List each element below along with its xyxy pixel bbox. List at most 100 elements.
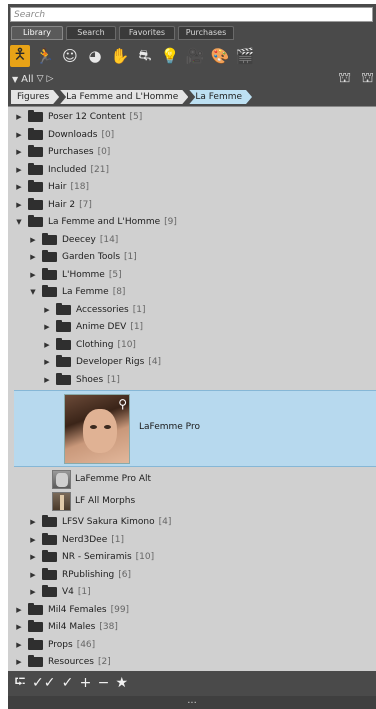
tree-item[interactable]: ▶ Props [46] [14,636,95,653]
folder-icon [42,249,57,262]
breadcrumb: Figures La Femme and L'Homme La Femme [11,90,253,104]
folder-icon [42,584,57,597]
tree-item[interactable]: ▼ La Femme [8] [28,283,125,300]
hand-icon[interactable]: ✋ [110,45,130,67]
folder-icon [42,267,57,280]
expand-arrow-icon[interactable]: ▶ [42,358,52,366]
light-icon[interactable]: 💡 [160,45,180,67]
expand-arrow-icon[interactable]: ▶ [28,553,38,561]
tree-item[interactable]: ▶ Developer Rigs [4] [42,353,161,370]
item-label: LF All Morphs [75,496,136,506]
tree-item[interactable]: ▶ Mil4 Females [99] [14,601,129,618]
expand-arrow-icon[interactable]: ▶ [42,306,52,314]
tree-item[interactable]: ▶ Nerd3Dee [1] [28,531,124,548]
tab-search[interactable]: Search [66,26,116,40]
folder-icon [56,337,71,350]
expand-arrow-icon[interactable]: ▶ [14,623,24,631]
expand-arrow-icon[interactable]: ▶ [14,148,24,156]
breadcrumb-figures[interactable]: Figures [11,90,59,104]
folder-icon [28,214,43,227]
remove-icon[interactable]: − [97,675,110,691]
folder-icon [56,372,71,385]
camera-icon[interactable]: 🎥 [185,45,205,67]
expand-arrow-icon[interactable]: ▶ [28,571,38,579]
tree-item[interactable]: ▶ Accessories [1] [42,301,146,318]
filter-label[interactable]: All [21,74,33,85]
expand-arrow-icon[interactable]: ▶ [14,166,24,174]
materials-icon[interactable]: 🎨 [210,45,230,67]
expand-arrow-icon[interactable]: ▶ [14,658,24,666]
tab-library[interactable]: Library [11,26,63,40]
tree-item[interactable]: ▶ Resources [2] [14,653,111,670]
tree-item[interactable]: ▶ LFSV Sakura Kimono [4] [28,513,171,530]
add-runtime-icon[interactable]: ⛫ [338,70,351,88]
tab-favorites[interactable]: Favorites [119,26,175,40]
hair-icon[interactable]: ◕ [85,45,105,67]
scenes-icon[interactable]: 🎬 [235,45,255,67]
tree-item[interactable]: ▶ Deecey [14] [28,231,118,248]
expand-arrow-icon[interactable]: ▶ [42,323,52,331]
add-icon[interactable]: + [79,675,92,691]
figures-icon[interactable]: 🯅 [10,45,30,67]
tree-item[interactable]: ▶ Mil4 Males [38] [14,618,118,635]
folder-icon [28,162,43,175]
library-item[interactable]: LaFemme Pro Alt [52,469,151,489]
pose-icon[interactable]: 🏃 [35,45,55,67]
tree-item[interactable]: ▶ V4 [1] [28,583,91,600]
expand-arrow-icon[interactable]: ▶ [14,183,24,191]
collapse-arrow-icon[interactable]: ▼ [12,75,18,84]
expand-arrow-icon[interactable]: ▶ [14,131,24,139]
tree-item[interactable]: ▶ Hair 2 [7] [14,196,92,213]
expand-arrow-icon[interactable]: ▶ [14,113,24,121]
tree-item[interactable]: ▶ NR - Semiramis [10] [28,548,154,565]
tree-item[interactable]: ▶ RPublishing [6] [28,566,131,583]
folder-icon [28,602,43,615]
tree-item[interactable]: ▶ Poser 12 Content [5] [14,108,142,125]
tab-purchases[interactable]: Purchases [178,26,234,40]
filter-dropdown-icon[interactable]: ▽ [37,74,44,84]
folder-icon [56,319,71,332]
item-thumbnail [52,491,71,511]
tab-bar: Library Search Favorites Purchases [11,26,234,40]
collapse-arrow-icon[interactable]: ▼ [28,288,38,296]
apply-icon[interactable]: ✓ [61,675,74,691]
collapse-arrow-icon[interactable]: ▼ [14,218,24,226]
props-icon[interactable]: ⛐ [135,45,155,67]
tree-item[interactable]: ▶ Shoes [1] [42,371,120,388]
expand-arrow-icon[interactable]: ▶ [28,518,38,526]
filter-next-icon[interactable]: ▷ [46,74,53,84]
expand-arrow-icon[interactable]: ▶ [42,376,52,384]
tree-item[interactable]: ▶ Hair [18] [14,178,89,195]
tree-item[interactable]: ▶ Purchases [0] [14,143,110,160]
tree-item[interactable]: ▶ Downloads [0] [14,126,114,143]
favorite-star-icon[interactable]: ★ [115,675,128,691]
breadcrumb-la-femme-and-lhomme[interactable]: La Femme and L'Homme [60,90,188,104]
expand-arrow-icon[interactable]: ▶ [28,236,38,244]
breadcrumb-la-femme[interactable]: La Femme [189,90,252,104]
tree-item[interactable]: ▶ Clothing [10] [42,336,136,353]
resize-grip-icon[interactable]: ... [8,696,376,709]
expression-icon[interactable]: ☺ [60,45,80,67]
expand-arrow-icon[interactable]: ▶ [28,536,38,544]
folder-icon [42,232,57,245]
tree-item[interactable]: ▶ Garden Tools [1] [28,248,137,265]
search-box[interactable] [10,7,373,22]
tree-item[interactable]: ▶ Included [21] [14,161,109,178]
expand-arrow-icon[interactable]: ▶ [42,341,52,349]
expand-arrow-icon[interactable]: ▶ [14,201,24,209]
tree-item[interactable]: ▼ La Femme and L'Homme [9] [14,213,177,230]
load-into-scene-icon[interactable]: ⮓ [14,671,26,695]
library-item-selected[interactable]: ⚲ LaFemme Pro [14,390,376,467]
expand-arrow-icon[interactable]: ▶ [28,271,38,279]
select-all-icon[interactable]: ✓✓ [32,675,55,691]
remove-runtime-icon[interactable]: ⛫ [361,70,374,88]
expand-arrow-icon[interactable]: ▶ [14,641,24,649]
library-item[interactable]: LF All Morphs [52,491,135,511]
expand-arrow-icon[interactable]: ▶ [28,588,38,596]
tree-item[interactable]: ▶ L'Homme [5] [28,266,122,283]
expand-arrow-icon[interactable]: ▶ [28,253,38,261]
category-toolbar: 🯅 🏃 ☺ ◕ ✋ ⛐ 💡 🎥 🎨 🎬 [10,44,255,68]
search-input[interactable] [11,8,372,21]
expand-arrow-icon[interactable]: ▶ [14,606,24,614]
tree-item[interactable]: ▶ Anime DEV [1] [42,318,143,335]
